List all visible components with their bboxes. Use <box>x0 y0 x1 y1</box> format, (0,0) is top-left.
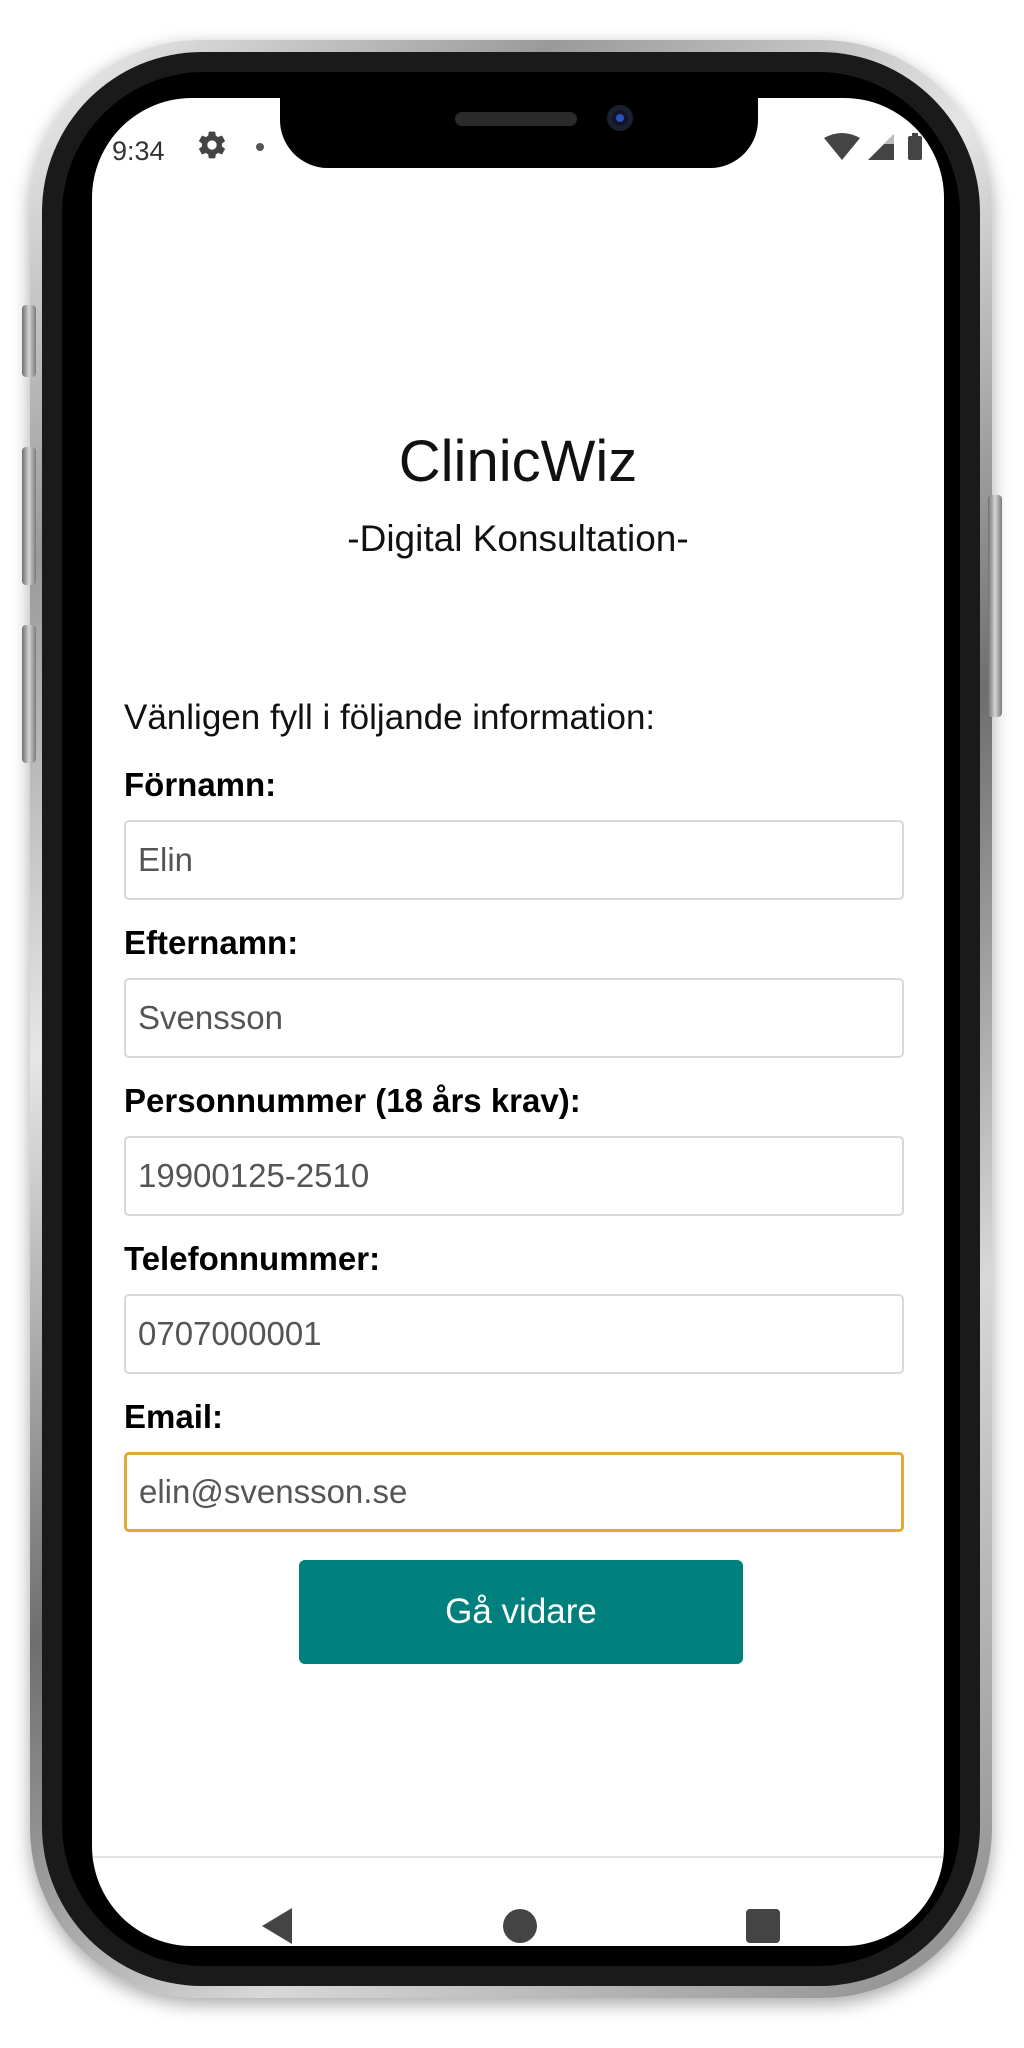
mute-switch <box>22 305 36 377</box>
phone-number-input[interactable] <box>124 1294 904 1374</box>
power-button <box>988 495 1002 717</box>
last-name-label: Efternamn: <box>124 924 299 961</box>
cell-signal-icon <box>868 134 894 160</box>
app-subtitle: -Digital Konsultation- <box>347 518 689 559</box>
form-intro: Vänligen fyll i följande information: <box>124 698 656 737</box>
battery-icon <box>908 133 922 160</box>
registration-form: Vänligen fyll i följande information: Fö… <box>124 698 904 1556</box>
notification-dot-icon <box>256 143 264 151</box>
recents-icon[interactable] <box>746 1909 780 1943</box>
last-name-input[interactable] <box>124 978 904 1058</box>
back-icon[interactable] <box>260 1906 294 1946</box>
continue-button[interactable]: Gå vidare <box>299 1560 743 1664</box>
earpiece-speaker <box>455 112 577 126</box>
volume-down-button <box>22 625 36 763</box>
personal-number-input[interactable] <box>124 1136 904 1216</box>
first-name-label: Förnamn: <box>124 766 277 803</box>
home-icon[interactable] <box>503 1909 537 1943</box>
app-screen: 9:34 ClinicWiz -Digital Konsultation- Vä… <box>92 98 944 1946</box>
volume-up-button <box>22 447 36 585</box>
email-label: Email: <box>124 1398 224 1435</box>
gear-icon <box>199 131 225 159</box>
camera-notch <box>280 98 758 168</box>
first-name-input[interactable] <box>124 820 904 900</box>
status-time: 9:34 <box>112 136 165 166</box>
phone-number-label: Telefonnummer: <box>124 1240 381 1277</box>
email-input[interactable] <box>124 1452 904 1532</box>
nav-divider <box>92 1856 944 1858</box>
personal-number-label: Personnummer (18 års krav): <box>124 1082 581 1119</box>
front-camera <box>607 105 633 131</box>
wifi-icon <box>824 133 860 160</box>
app-title: ClinicWiz <box>398 429 638 494</box>
status-indicators <box>824 133 922 160</box>
